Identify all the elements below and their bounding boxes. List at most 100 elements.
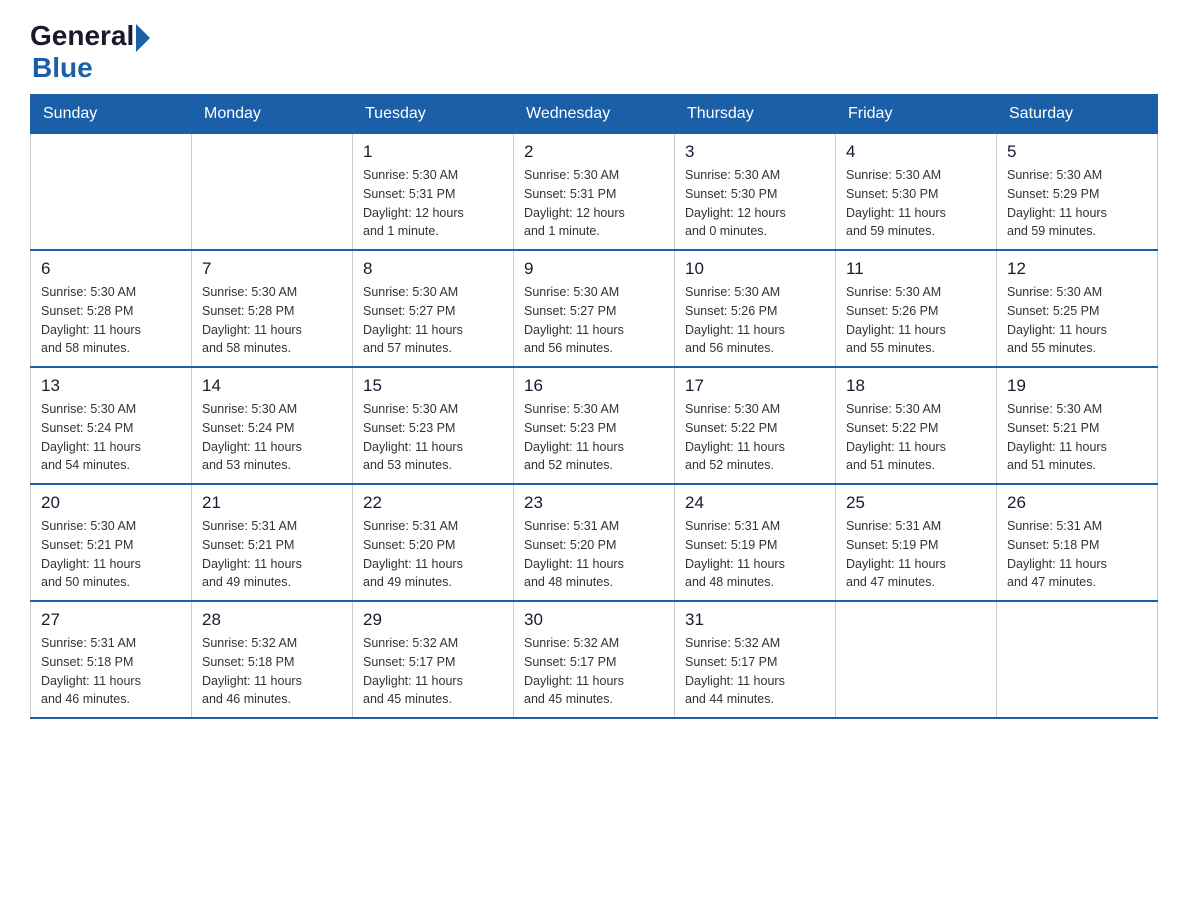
calendar-cell: 3Sunrise: 5:30 AM Sunset: 5:30 PM Daylig… <box>675 134 836 251</box>
day-info: Sunrise: 5:30 AM Sunset: 5:21 PM Dayligh… <box>41 517 181 592</box>
day-info: Sunrise: 5:30 AM Sunset: 5:27 PM Dayligh… <box>524 283 664 358</box>
day-info: Sunrise: 5:30 AM Sunset: 5:21 PM Dayligh… <box>1007 400 1147 475</box>
day-number: 16 <box>524 376 664 396</box>
calendar-week-row: 6 Sunrise: 5:30 AM Sunset: 5:28 PM Daylig… <box>31 250 1158 367</box>
calendar-week-row: 1 Sunrise: 5:30 AM Sunset: 5:31 PM Daylig… <box>31 134 1158 251</box>
calendar-cell: 17 Sunrise: 5:30 AM Sunset: 5:22 PM Dayli… <box>675 367 836 484</box>
day-info: Sunrise: 5:30 AM Sunset: 5:26 PM Dayligh… <box>846 283 986 358</box>
calendar-cell: 18Sunrise: 5:30 AM Sunset: 5:22 PM Dayli… <box>836 367 997 484</box>
calendar-cell: 1 Sunrise: 5:30 AM Sunset: 5:31 PM Daylig… <box>353 134 514 251</box>
calendar-body: 1 Sunrise: 5:30 AM Sunset: 5:31 PM Daylig… <box>31 134 1158 719</box>
day-info: Sunrise: 5:30 AM Sunset: 5:24 PM Dayligh… <box>202 400 342 475</box>
day-info: Sunrise: 5:31 AM Sunset: 5:19 PM Dayligh… <box>685 517 825 592</box>
day-info: Sunrise: 5:30 AM Sunset: 5:22 PM Dayligh… <box>685 400 825 475</box>
day-number: 4 <box>846 142 986 162</box>
page-header: General Blue <box>30 20 1158 84</box>
logo-arrow-icon <box>136 24 150 52</box>
day-number: 2 <box>524 142 664 162</box>
calendar-cell: 27 Sunrise: 5:31 AM Sunset: 5:18 PM Dayli… <box>31 601 192 718</box>
day-number: 10 <box>685 259 825 279</box>
calendar-cell: 31Sunrise: 5:32 AM Sunset: 5:17 PM Dayli… <box>675 601 836 718</box>
day-info: Sunrise: 5:31 AM Sunset: 5:18 PM Dayligh… <box>41 634 181 709</box>
calendar-cell: 24 Sunrise: 5:31 AM Sunset: 5:19 PM Dayli… <box>675 484 836 601</box>
day-info: Sunrise: 5:30 AM Sunset: 5:26 PM Dayligh… <box>685 283 825 358</box>
day-info: Sunrise: 5:31 AM Sunset: 5:20 PM Dayligh… <box>524 517 664 592</box>
day-info: Sunrise: 5:30 AM Sunset: 5:23 PM Dayligh… <box>363 400 503 475</box>
logo: General Blue <box>30 20 150 84</box>
calendar-cell: 11Sunrise: 5:30 AM Sunset: 5:26 PM Dayli… <box>836 250 997 367</box>
calendar-cell: 4 Sunrise: 5:30 AM Sunset: 5:30 PM Daylig… <box>836 134 997 251</box>
calendar-cell: 14 Sunrise: 5:30 AM Sunset: 5:24 PM Dayli… <box>192 367 353 484</box>
calendar-week-row: 20 Sunrise: 5:30 AM Sunset: 5:21 PM Dayli… <box>31 484 1158 601</box>
calendar-cell: 16 Sunrise: 5:30 AM Sunset: 5:23 PM Dayli… <box>514 367 675 484</box>
day-info: Sunrise: 5:32 AM Sunset: 5:17 PM Dayligh… <box>524 634 664 709</box>
day-number: 30 <box>524 610 664 630</box>
day-number: 28 <box>202 610 342 630</box>
weekday-header-sunday: Sunday <box>31 95 192 134</box>
day-info: Sunrise: 5:30 AM Sunset: 5:27 PM Dayligh… <box>363 283 503 358</box>
calendar-cell <box>31 134 192 251</box>
calendar-cell: 12 Sunrise: 5:30 AM Sunset: 5:25 PM Dayli… <box>997 250 1158 367</box>
weekday-header-row: SundayMondayTuesdayWednesdayThursdayFrid… <box>31 95 1158 134</box>
day-number: 5 <box>1007 142 1147 162</box>
day-number: 31 <box>685 610 825 630</box>
calendar-table: SundayMondayTuesdayWednesdayThursdayFrid… <box>30 94 1158 719</box>
day-number: 27 <box>41 610 181 630</box>
day-number: 17 <box>685 376 825 396</box>
calendar-week-row: 27 Sunrise: 5:31 AM Sunset: 5:18 PM Dayli… <box>31 601 1158 718</box>
weekday-header-friday: Friday <box>836 95 997 134</box>
calendar-cell: 2 Sunrise: 5:30 AM Sunset: 5:31 PM Daylig… <box>514 134 675 251</box>
day-number: 22 <box>363 493 503 513</box>
day-info: Sunrise: 5:31 AM Sunset: 5:21 PM Dayligh… <box>202 517 342 592</box>
calendar-cell: 21 Sunrise: 5:31 AM Sunset: 5:21 PM Dayli… <box>192 484 353 601</box>
day-number: 19 <box>1007 376 1147 396</box>
logo-general-text: General <box>30 20 134 52</box>
day-number: 25 <box>846 493 986 513</box>
calendar-header: SundayMondayTuesdayWednesdayThursdayFrid… <box>31 95 1158 134</box>
day-number: 9 <box>524 259 664 279</box>
day-info: Sunrise: 5:32 AM Sunset: 5:18 PM Dayligh… <box>202 634 342 709</box>
day-info: Sunrise: 5:30 AM Sunset: 5:29 PM Dayligh… <box>1007 166 1147 241</box>
weekday-header-tuesday: Tuesday <box>353 95 514 134</box>
day-info: Sunrise: 5:30 AM Sunset: 5:28 PM Dayligh… <box>202 283 342 358</box>
day-info: Sunrise: 5:30 AM Sunset: 5:23 PM Dayligh… <box>524 400 664 475</box>
calendar-week-row: 13 Sunrise: 5:30 AM Sunset: 5:24 PM Dayli… <box>31 367 1158 484</box>
day-number: 23 <box>524 493 664 513</box>
day-info: Sunrise: 5:30 AM Sunset: 5:31 PM Dayligh… <box>363 166 503 241</box>
calendar-cell: 26Sunrise: 5:31 AM Sunset: 5:18 PM Dayli… <box>997 484 1158 601</box>
day-info: Sunrise: 5:32 AM Sunset: 5:17 PM Dayligh… <box>363 634 503 709</box>
day-number: 24 <box>685 493 825 513</box>
calendar-cell: 8Sunrise: 5:30 AM Sunset: 5:27 PM Daylig… <box>353 250 514 367</box>
calendar-cell: 23 Sunrise: 5:31 AM Sunset: 5:20 PM Dayli… <box>514 484 675 601</box>
day-number: 3 <box>685 142 825 162</box>
calendar-cell: 19 Sunrise: 5:30 AM Sunset: 5:21 PM Dayli… <box>997 367 1158 484</box>
day-info: Sunrise: 5:30 AM Sunset: 5:30 PM Dayligh… <box>846 166 986 241</box>
day-info: Sunrise: 5:31 AM Sunset: 5:20 PM Dayligh… <box>363 517 503 592</box>
weekday-header-thursday: Thursday <box>675 95 836 134</box>
day-number: 21 <box>202 493 342 513</box>
day-info: Sunrise: 5:30 AM Sunset: 5:25 PM Dayligh… <box>1007 283 1147 358</box>
calendar-cell: 30 Sunrise: 5:32 AM Sunset: 5:17 PM Dayli… <box>514 601 675 718</box>
logo-blue-text: Blue <box>32 52 93 84</box>
weekday-header-saturday: Saturday <box>997 95 1158 134</box>
calendar-cell: 5 Sunrise: 5:30 AM Sunset: 5:29 PM Daylig… <box>997 134 1158 251</box>
calendar-cell: 13Sunrise: 5:30 AM Sunset: 5:24 PM Dayli… <box>31 367 192 484</box>
day-number: 14 <box>202 376 342 396</box>
day-info: Sunrise: 5:30 AM Sunset: 5:31 PM Dayligh… <box>524 166 664 241</box>
day-number: 26 <box>1007 493 1147 513</box>
calendar-cell <box>997 601 1158 718</box>
calendar-cell: 7Sunrise: 5:30 AM Sunset: 5:28 PM Daylig… <box>192 250 353 367</box>
weekday-header-wednesday: Wednesday <box>514 95 675 134</box>
calendar-cell: 28 Sunrise: 5:32 AM Sunset: 5:18 PM Dayli… <box>192 601 353 718</box>
calendar-cell: 25Sunrise: 5:31 AM Sunset: 5:19 PM Dayli… <box>836 484 997 601</box>
calendar-cell: 10 Sunrise: 5:30 AM Sunset: 5:26 PM Dayli… <box>675 250 836 367</box>
calendar-cell: 9 Sunrise: 5:30 AM Sunset: 5:27 PM Daylig… <box>514 250 675 367</box>
day-number: 13 <box>41 376 181 396</box>
day-number: 12 <box>1007 259 1147 279</box>
calendar-cell: 20 Sunrise: 5:30 AM Sunset: 5:21 PM Dayli… <box>31 484 192 601</box>
day-number: 20 <box>41 493 181 513</box>
day-number: 29 <box>363 610 503 630</box>
day-number: 1 <box>363 142 503 162</box>
day-number: 6 <box>41 259 181 279</box>
calendar-cell: 15Sunrise: 5:30 AM Sunset: 5:23 PM Dayli… <box>353 367 514 484</box>
